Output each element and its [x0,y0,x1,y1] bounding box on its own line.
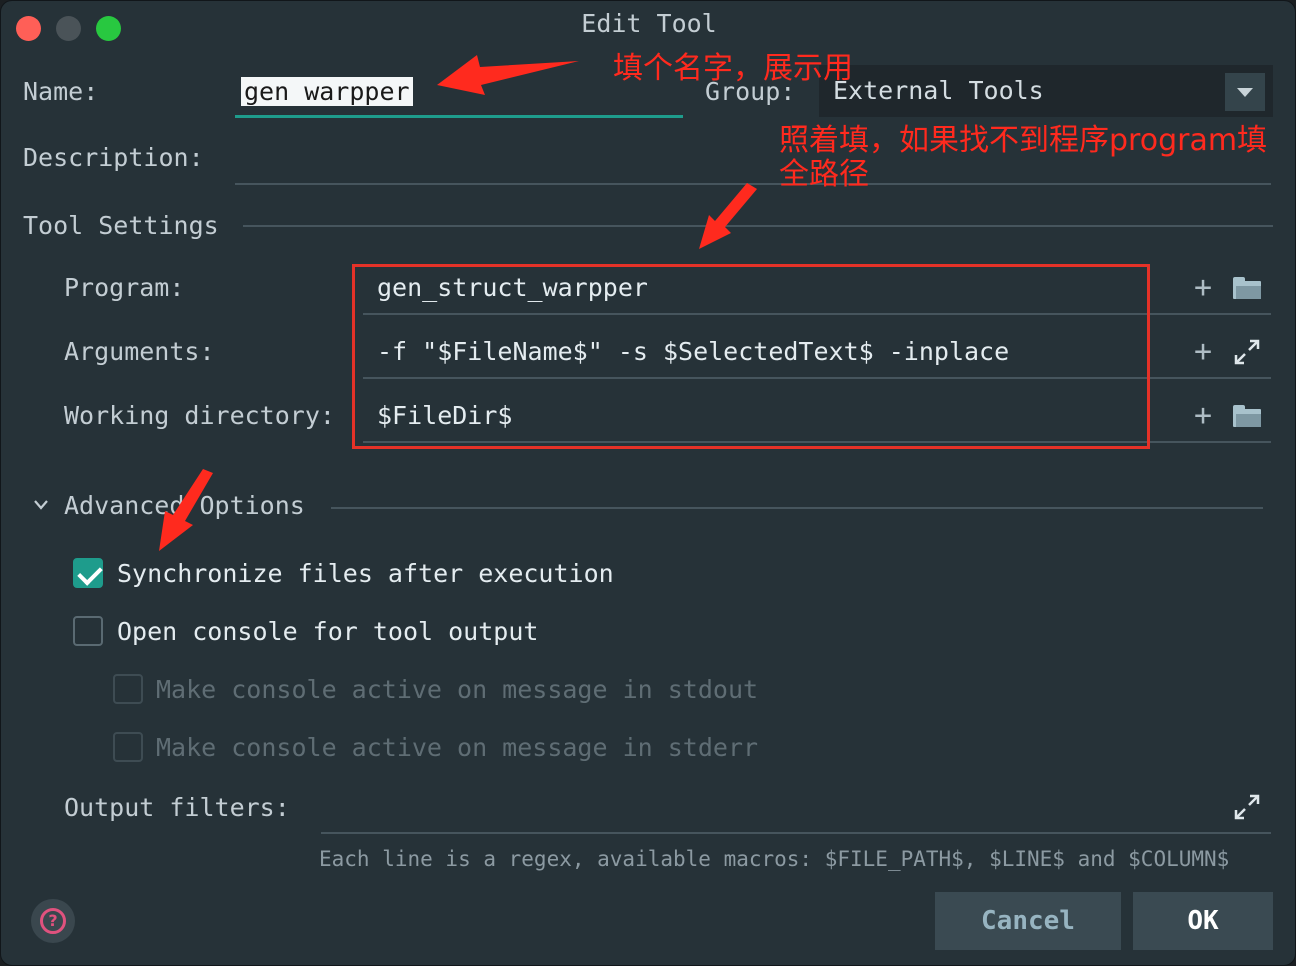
annotation-arrow-icon [699,183,757,249]
annotation-arrows [159,55,757,551]
edit-tool-dialog: Edit Tool Name: gen warpper Group: Exter… [0,0,1296,966]
annotation-arrow-icon [159,469,213,551]
annotation-arrow-icon [437,55,579,95]
